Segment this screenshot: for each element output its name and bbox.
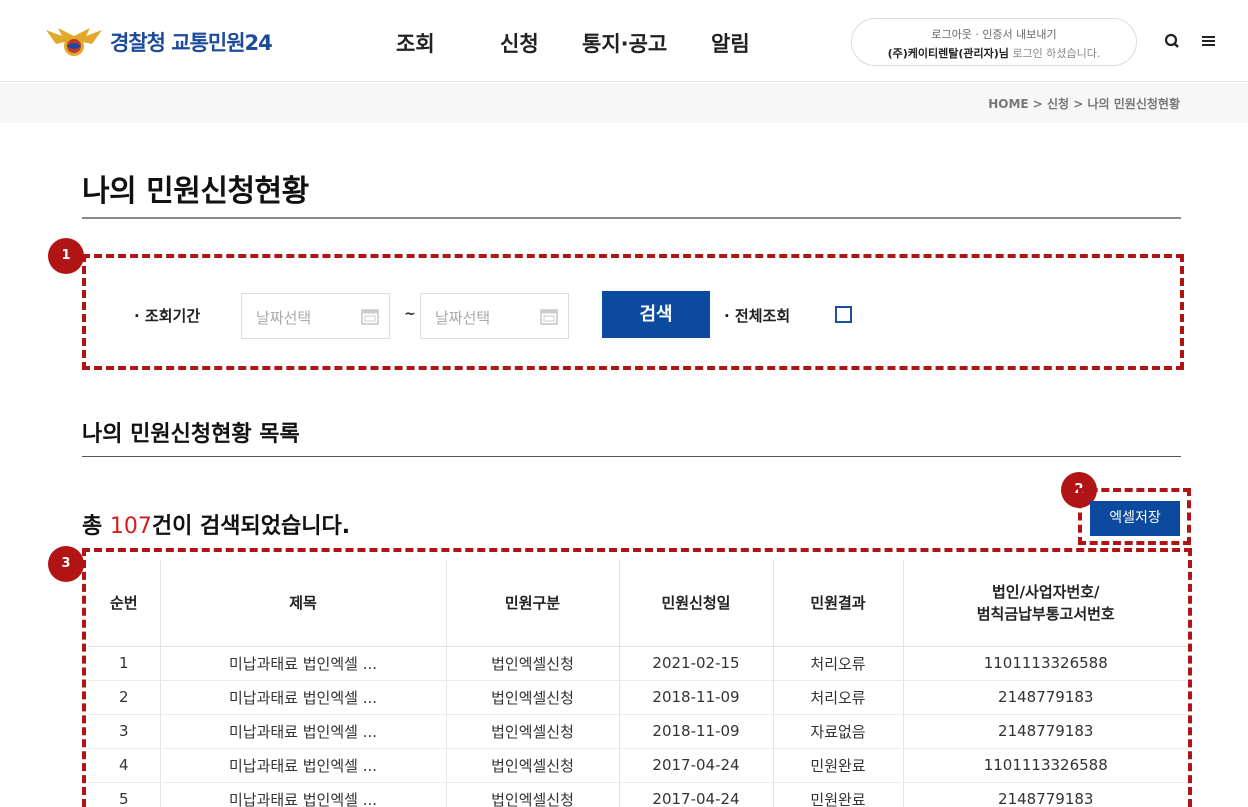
site-logo[interactable]: 경찰청 교통민원24: [44, 22, 273, 62]
search-icon[interactable]: [1163, 32, 1181, 50]
col-header-number-line1: 법인/사업자번호/: [991, 582, 1100, 601]
annotation-badge-1: 1: [48, 238, 84, 274]
count-number: 107: [109, 514, 152, 539]
cell-title[interactable]: 미납과태료 법인엑셀 ...: [160, 646, 447, 681]
end-date-placeholder: 날짜선택: [435, 309, 491, 327]
cell-number: 2148779183: [903, 680, 1188, 715]
login-user-text: (주)케이티렌탈(관리자)님 로그인 하셨습니다.: [852, 45, 1136, 61]
cell-type: 법인엑셀신청: [446, 714, 620, 749]
cell-result: 민원완료: [773, 782, 904, 807]
cell-seq: 1: [88, 646, 161, 681]
table-row[interactable]: 1 미납과태료 법인엑셀 ... 법인엑셀신청 2021-02-15 처리오류 …: [88, 646, 1188, 681]
cell-seq: 2: [88, 680, 161, 715]
result-table: 순번 제목 민원구분 민원신청일 민원결과 법인/사업자번호/ 범칙금납부통고서…: [88, 560, 1188, 807]
col-header-number-line2: 범칙금납부통고서번호: [976, 604, 1115, 623]
cell-date: 2018-11-09: [619, 680, 774, 715]
cell-date: 2017-04-24: [619, 748, 774, 783]
cell-title[interactable]: 미납과태료 법인엑셀 ...: [160, 748, 447, 783]
cell-title[interactable]: 미납과태료 법인엑셀 ...: [160, 714, 447, 749]
period-label: · 조회기간: [134, 307, 201, 325]
cell-title[interactable]: 미납과태료 법인엑셀 ...: [160, 680, 447, 715]
result-table-area: 순번 제목 민원구분 민원신청일 민원결과 법인/사업자번호/ 범칙금납부통고서…: [82, 548, 1192, 807]
col-header-title: 제목: [160, 560, 447, 647]
nav-item-inquiry[interactable]: 조회: [396, 28, 435, 58]
cell-date: 2018-11-09: [619, 714, 774, 749]
col-header-date: 민원신청일: [619, 560, 774, 647]
all-inquiry-checkbox[interactable]: [835, 306, 852, 323]
start-date-placeholder: 날짜선택: [256, 309, 312, 327]
login-status-box: 로그아웃 · 인증서 내보내기 (주)케이티렌탈(관리자)님 로그인 하셨습니다…: [851, 18, 1137, 66]
col-header-number: 법인/사업자번호/ 범칙금납부통고서번호: [903, 560, 1188, 647]
calendar-icon[interactable]: [540, 308, 558, 325]
cell-result: 민원완료: [773, 748, 904, 783]
table-row[interactable]: 4 미납과태료 법인엑셀 ... 법인엑셀신청 2017-04-24 민원완료 …: [88, 748, 1188, 783]
all-inquiry-label: · 전체조회: [724, 307, 791, 325]
cell-type: 법인엑셀신청: [446, 646, 620, 681]
count-prefix: 총: [82, 514, 110, 539]
police-emblem-icon: [44, 22, 104, 62]
breadcrumb: HOME > 신청 > 나의 민원신청현황: [988, 97, 1180, 111]
count-suffix: 건이 검색되었습니다.: [151, 514, 351, 539]
cell-seq: 3: [88, 714, 161, 749]
cell-seq: 4: [88, 748, 161, 783]
cell-title[interactable]: 미납과태료 법인엑셀 ...: [160, 782, 447, 807]
cell-result: 자료없음: [773, 714, 904, 749]
page-title: 나의 민원신청현황: [82, 174, 309, 209]
table-row[interactable]: 3 미납과태료 법인엑셀 ... 법인엑셀신청 2018-11-09 자료없음 …: [88, 714, 1188, 749]
table-header-row: 순번 제목 민원구분 민원신청일 민원결과 법인/사업자번호/ 범칙금납부통고서…: [88, 560, 1188, 647]
start-date-input[interactable]: 날짜선택: [241, 293, 390, 339]
cell-type: 법인엑셀신청: [446, 680, 620, 715]
cell-result: 처리오류: [773, 680, 904, 715]
cell-date: 2017-04-24: [619, 782, 774, 807]
cell-date: 2021-02-15: [619, 646, 774, 681]
cell-number: 1101113326588: [903, 748, 1188, 783]
result-count: 총 107건이 검색되었습니다.: [82, 508, 350, 540]
end-date-input[interactable]: 날짜선택: [420, 293, 569, 339]
login-user-name: (주)케이티렌탈(관리자)님: [887, 47, 1009, 60]
cell-number: 2148779183: [903, 782, 1188, 807]
logout-export-link[interactable]: 로그아웃 · 인증서 내보내기: [852, 26, 1136, 42]
site-header: 경찰청 교통민원24 조회 신청 통지·공고 알림 로그아웃 · 인증서 내보내…: [0, 0, 1248, 82]
date-range-separator: ~: [404, 306, 416, 322]
breadcrumb-bar: HOME > 신청 > 나의 민원신청현황: [0, 83, 1248, 123]
login-suffix: 로그인 하셨습니다.: [1012, 47, 1101, 60]
search-button[interactable]: 검색: [602, 291, 710, 338]
list-title: 나의 민원신청현황 목록: [82, 422, 300, 447]
annotation-badge-3: 3: [48, 546, 84, 582]
logo-text: 경찰청 교통민원24: [110, 31, 273, 55]
menu-icon[interactable]: [1200, 32, 1218, 50]
list-divider: [82, 456, 1181, 457]
nav-item-apply[interactable]: 신청: [500, 28, 539, 58]
excel-save-button[interactable]: 엑셀저장: [1090, 501, 1180, 536]
table-row[interactable]: 5 미납과태료 법인엑셀 ... 법인엑셀신청 2017-04-24 민원완료 …: [88, 782, 1188, 807]
col-header-type: 민원구분: [446, 560, 620, 647]
nav-item-notice[interactable]: 통지·공고: [582, 28, 667, 58]
cell-type: 법인엑셀신청: [446, 782, 620, 807]
cell-seq: 5: [88, 782, 161, 807]
nav-item-alert[interactable]: 알림: [711, 28, 750, 58]
search-filter-area: · 조회기간 날짜선택 ~ 날짜선택 검색 · 전체조회: [82, 254, 1184, 370]
cell-type: 법인엑셀신청: [446, 748, 620, 783]
cell-number: 2148779183: [903, 714, 1188, 749]
title-divider: [82, 217, 1181, 219]
calendar-icon[interactable]: [361, 308, 379, 325]
cell-result: 처리오류: [773, 646, 904, 681]
col-header-result: 민원결과: [773, 560, 904, 647]
excel-highlight: 엑셀저장: [1078, 488, 1191, 545]
cell-number: 1101113326588: [903, 646, 1188, 681]
col-header-seq: 순번: [88, 560, 161, 647]
table-row[interactable]: 2 미납과태료 법인엑셀 ... 법인엑셀신청 2018-11-09 처리오류 …: [88, 680, 1188, 715]
